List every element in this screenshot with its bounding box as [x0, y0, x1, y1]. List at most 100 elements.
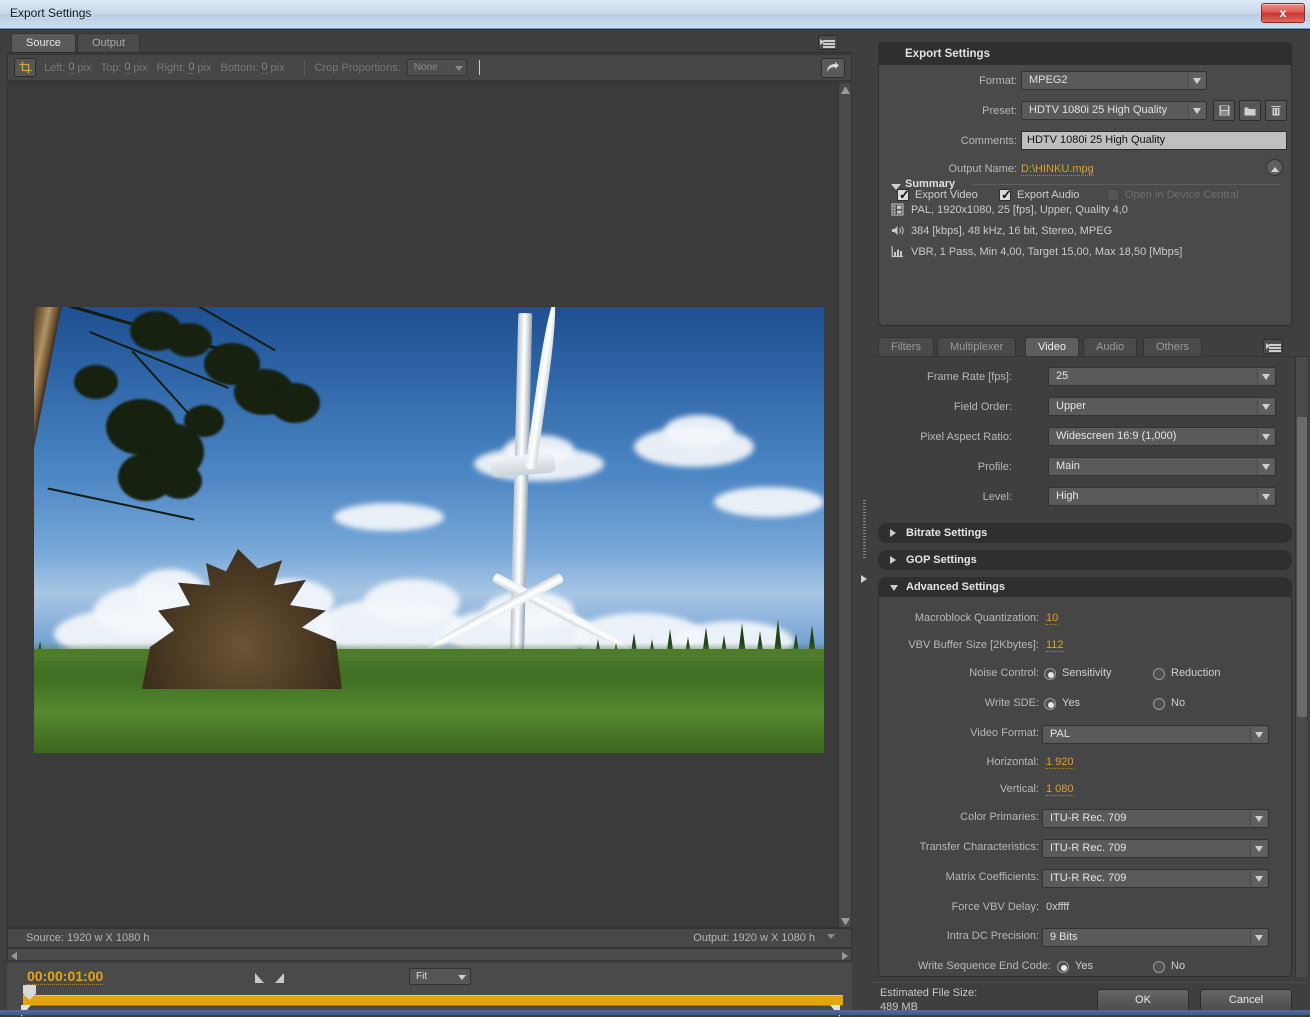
- vbv-buffer-value[interactable]: 112: [1046, 639, 1064, 652]
- scroll-down-icon[interactable]: [841, 918, 850, 925]
- pixel-aspect-ratio-select[interactable]: Widescreen 16:9 (1,000): [1048, 427, 1276, 446]
- preset-row: Preset: HDTV 1080i 25 High Quality: [879, 101, 1291, 123]
- video-format-label: Video Format:: [879, 727, 1039, 739]
- tab-filters[interactable]: Filters: [878, 337, 934, 356]
- summary-disclosure-icon[interactable]: [891, 184, 901, 190]
- noise-reduction-radio[interactable]: [1153, 668, 1165, 680]
- save-preset-icon[interactable]: [1213, 100, 1235, 121]
- profile-label: Profile:: [870, 461, 1012, 473]
- preset-select[interactable]: HDTV 1080i 25 High Quality: [1021, 101, 1207, 120]
- intra-dc-precision-select[interactable]: 9 Bits: [1042, 928, 1269, 947]
- video-preview-area[interactable]: [7, 82, 852, 928]
- tab-source[interactable]: Source: [11, 33, 76, 52]
- transfer-characteristics-select[interactable]: ITU-R Rec. 709: [1042, 839, 1269, 858]
- output-name-link[interactable]: D:\HINKU.mpg: [1021, 163, 1094, 176]
- crop-top-value[interactable]: 0: [124, 61, 130, 74]
- zoom-level-select[interactable]: Fit: [409, 968, 471, 985]
- vertical-value[interactable]: 1 080: [1046, 783, 1074, 796]
- transfer-characteristics-value: ITU-R Rec. 709: [1050, 842, 1126, 854]
- write-seq-no-radio[interactable]: [1153, 961, 1165, 973]
- crop-top-label: Top:: [101, 62, 122, 74]
- export-settings-group: Export Settings Format: MPEG2 Preset: HD…: [878, 42, 1292, 326]
- noise-control-row: Noise Control: Sensitivity Reduction: [879, 662, 1291, 688]
- noise-sensitivity-radio[interactable]: [1044, 668, 1056, 680]
- transport-controls: 00:00:01:00 Fit: [7, 963, 852, 1013]
- profile-select[interactable]: Main: [1048, 457, 1276, 476]
- format-select[interactable]: MPEG2: [1021, 71, 1207, 90]
- delete-preset-icon[interactable]: [1265, 100, 1287, 121]
- frame-rate-select[interactable]: 25: [1048, 367, 1276, 386]
- tab-multiplexer[interactable]: Multiplexer: [937, 337, 1016, 356]
- crop-left-value[interactable]: 0: [68, 61, 74, 74]
- scroll-up-icon[interactable]: [841, 87, 850, 94]
- scrollbar-thumb[interactable]: [1297, 417, 1307, 717]
- ok-button[interactable]: OK: [1097, 989, 1189, 1012]
- close-button[interactable]: x: [1261, 3, 1305, 23]
- timeline-track[interactable]: [23, 995, 843, 1006]
- write-sde-yes-radio[interactable]: [1044, 698, 1056, 710]
- panel-menu-icon[interactable]: [818, 35, 838, 50]
- source-dimensions: Source: 1920 w X 1080 h: [26, 932, 150, 944]
- tab-others[interactable]: Others: [1143, 337, 1202, 356]
- export-frame-icon[interactable]: [821, 58, 845, 78]
- gop-settings-label: GOP Settings: [906, 554, 977, 566]
- settings-vertical-scrollbar[interactable]: [1295, 357, 1307, 977]
- mark-out-icon[interactable]: [275, 973, 284, 983]
- scroll-left-icon[interactable]: [11, 952, 17, 960]
- crop-bottom-value[interactable]: 0: [261, 61, 267, 74]
- chevron-down-icon: [1250, 930, 1267, 945]
- macroblock-row: Macroblock Quantization: 10: [879, 607, 1291, 633]
- write-seq-yes-radio[interactable]: [1057, 961, 1069, 973]
- pixel-aspect-ratio-value: Widescreen 16:9 (1,000): [1056, 430, 1176, 442]
- noise-control-label: Noise Control:: [879, 667, 1039, 679]
- crop-proportions-value: None: [414, 62, 438, 73]
- comments-input[interactable]: HDTV 1080i 25 High Quality: [1021, 131, 1287, 150]
- cancel-button[interactable]: Cancel: [1200, 989, 1292, 1012]
- tab-video[interactable]: Video: [1025, 337, 1079, 356]
- crop-right-value[interactable]: 0: [188, 61, 194, 74]
- video-format-select[interactable]: PAL: [1042, 725, 1269, 744]
- chevron-right-icon: [890, 556, 896, 564]
- chevron-down-icon[interactable]: [827, 934, 835, 939]
- crop-tool-icon[interactable]: [14, 58, 36, 77]
- horizontal-value[interactable]: 1 920: [1046, 756, 1074, 769]
- crop-right-unit: pix: [197, 62, 211, 74]
- timecode-display[interactable]: 00:00:01:00: [27, 968, 103, 985]
- bitrate-icon: [891, 245, 905, 259]
- bitrate-settings-section[interactable]: Bitrate Settings: [878, 523, 1292, 543]
- scroll-right-icon[interactable]: [842, 952, 848, 960]
- window-title: Export Settings: [10, 6, 91, 20]
- import-preset-icon[interactable]: [1239, 100, 1261, 121]
- advanced-settings-section[interactable]: Advanced Settings: [878, 577, 1292, 597]
- preview-vertical-scrollbar[interactable]: [838, 83, 851, 928]
- frame-rate-label: Frame Rate [fps]:: [870, 371, 1012, 383]
- level-select[interactable]: High: [1048, 487, 1276, 506]
- crop-toolbar: Left: 0 pix Top: 0 pix Right: 0 pix Bott…: [7, 54, 852, 81]
- matrix-coefficients-select[interactable]: ITU-R Rec. 709: [1042, 869, 1269, 888]
- tab-output[interactable]: Output: [77, 33, 140, 52]
- noise-reduction-label: Reduction: [1171, 667, 1221, 679]
- export-audio-checkbox[interactable]: ✓: [999, 189, 1011, 201]
- color-primaries-row: Color Primaries: ITU-R Rec. 709: [879, 806, 1291, 832]
- horizontal-row: Horizontal: 1 920: [879, 751, 1291, 777]
- pane-splitter[interactable]: [860, 30, 870, 1016]
- crop-proportions-select[interactable]: None: [407, 59, 467, 76]
- tab-audio[interactable]: Audio: [1083, 337, 1137, 356]
- tab-filters-label: Filters: [891, 341, 921, 353]
- crop-proportions-label: Crop Proportions:: [315, 62, 401, 74]
- summary-audio-text: 384 [kbps], 48 kHz, 16 bit, Stereo, MPEG: [911, 225, 1112, 237]
- splitter-grip: [863, 500, 866, 560]
- export-video-checkbox[interactable]: ✓: [897, 189, 909, 201]
- settings-panel-menu-icon[interactable]: [1263, 339, 1283, 354]
- chevron-down-icon: [1250, 811, 1267, 826]
- write-sde-no-radio[interactable]: [1153, 698, 1165, 710]
- preview-horizontal-scrollbar[interactable]: [7, 948, 852, 961]
- mark-in-icon[interactable]: [255, 973, 264, 983]
- write-seq-yes-label: Yes: [1075, 960, 1093, 972]
- macroblock-value[interactable]: 10: [1046, 612, 1058, 625]
- gop-settings-section[interactable]: GOP Settings: [878, 550, 1292, 570]
- field-order-select[interactable]: Upper: [1048, 397, 1276, 416]
- color-primaries-select[interactable]: ITU-R Rec. 709: [1042, 809, 1269, 828]
- collapse-chevron-icon[interactable]: [1266, 159, 1283, 176]
- estimated-file-size-label: Estimated File Size:: [880, 987, 977, 999]
